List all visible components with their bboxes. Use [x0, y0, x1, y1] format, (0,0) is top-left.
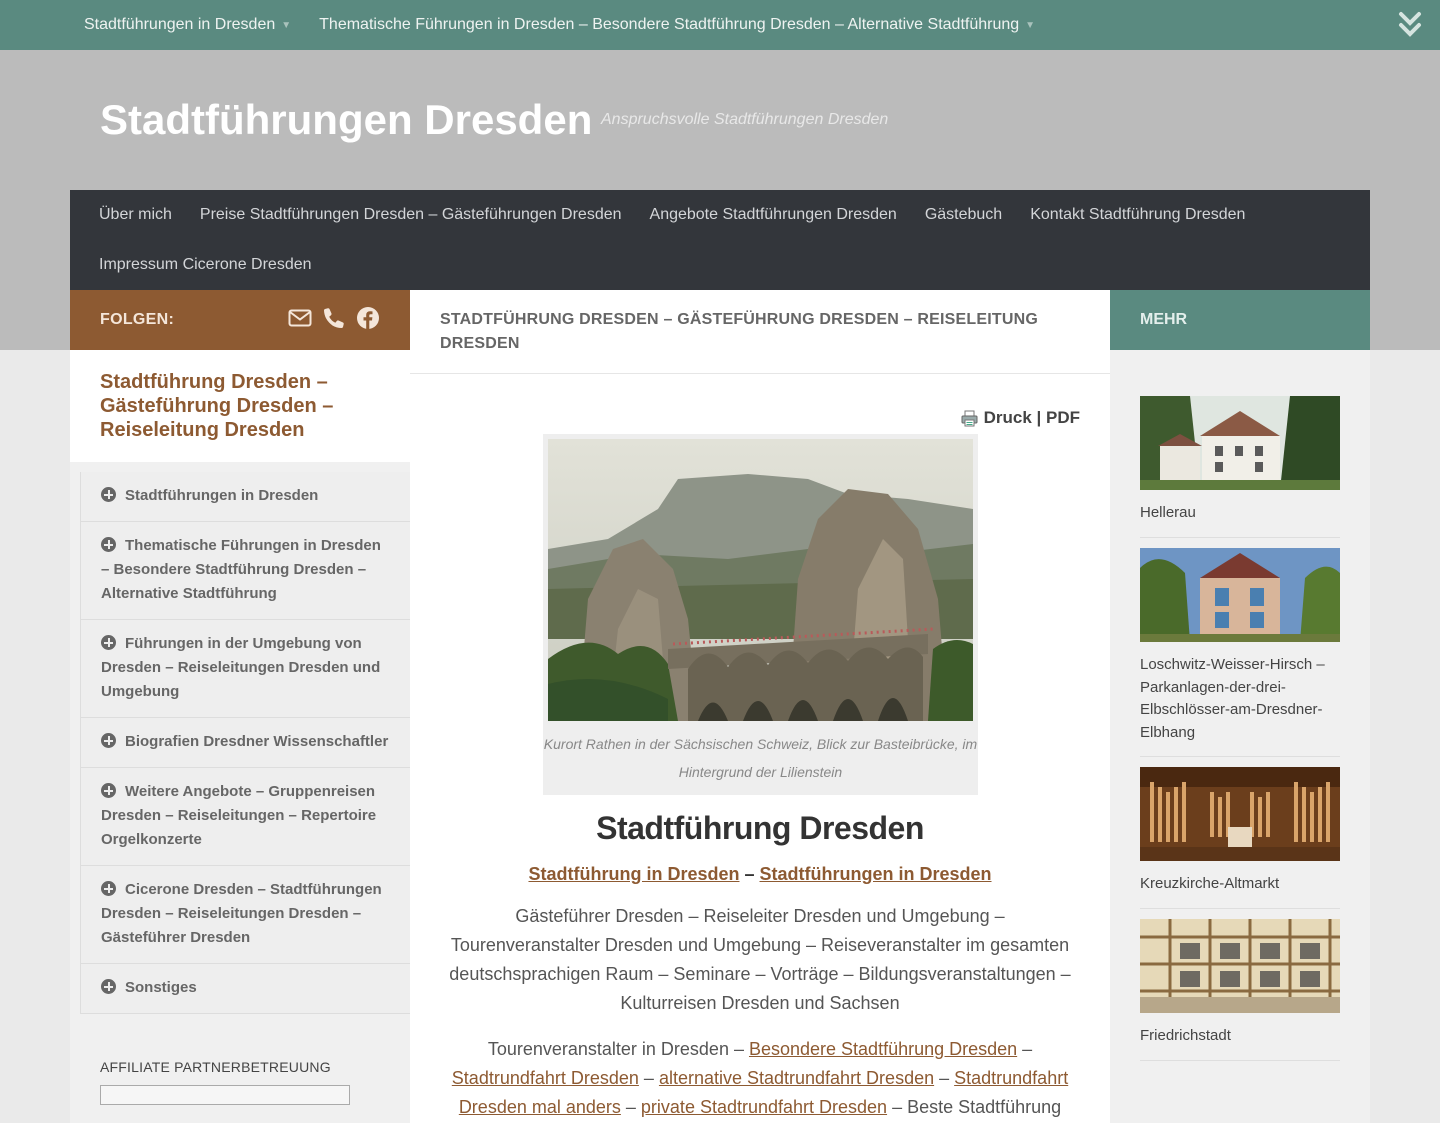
link-private-stadtrundfahrt[interactable]: private Stadtrundfahrt Dresden [641, 1097, 887, 1117]
para-text: – [934, 1068, 955, 1088]
sidebar-post[interactable]: Hellerau [1140, 396, 1340, 538]
category-label: Stadtführungen in Dresden [125, 487, 319, 504]
friedrichstadt-thumbnail [1140, 919, 1340, 1013]
top-nav-item-stadtfuehrungen[interactable]: Stadtführungen in Dresden ▼ [84, 16, 291, 34]
sidebar-post-caption: Kreuzkirche-Altmarkt [1140, 875, 1280, 892]
facebook-icon[interactable] [356, 306, 380, 330]
links-paragraph: Tourenveranstalter in Dresden – Besonder… [440, 1035, 1080, 1122]
top-bar: Stadtführungen in Dresden ▼ Thematische … [0, 0, 1440, 50]
plus-circle-icon [101, 783, 116, 798]
envelope-icon[interactable] [288, 306, 312, 330]
para-text: – [620, 1097, 641, 1117]
print-pdf-label: Druck | PDF [983, 408, 1080, 427]
link-stadtfuehrungen-in-dresden[interactable]: Stadtführungen in Dresden [760, 864, 992, 884]
top-nav-item-thematische[interactable]: Thematische Führungen in Dresden – Beson… [319, 16, 1035, 34]
category-label: Biografien Dresdner Wissenschaftler [125, 733, 389, 750]
featured-figure: Kurort Rathen in der Sächsischen Schweiz… [543, 434, 978, 795]
category-item[interactable]: Weitere Angebote – Gruppenreisen Dresden… [81, 768, 410, 866]
top-nav: Stadtführungen in Dresden ▼ Thematische … [84, 0, 1035, 50]
follow-label: FOLGEN: [100, 311, 175, 328]
phone-icon[interactable] [322, 306, 346, 330]
bastei-bridge-photo[interactable] [548, 439, 973, 721]
category-item[interactable]: Cicerone Dresden – Stadtführungen Dresde… [81, 866, 410, 964]
double-chevron-down-icon[interactable] [1398, 10, 1422, 40]
main-nav-item-angebote[interactable]: Angebote Stadtführungen Dresden [650, 204, 897, 226]
main-nav-item-gaestebuch[interactable]: Gästebuch [925, 204, 1002, 226]
intro-paragraph: Gästeführer Dresden – Reiseleiter Dresde… [449, 906, 1071, 1013]
category-item[interactable]: Thematische Führungen in Dresden – Beson… [81, 522, 410, 620]
more-bar: MEHR [1110, 290, 1370, 350]
social-icons [288, 306, 380, 330]
loschwitz-villa-thumbnail [1140, 548, 1340, 642]
link-alternative-stadtrundfahrt[interactable]: alternative Stadtrundfahrt Dresden [659, 1068, 934, 1088]
para-text: – [638, 1068, 659, 1088]
category-item[interactable]: Sonstiges [81, 964, 410, 1014]
main-nav-item-ueber-mich[interactable]: Über mich [99, 204, 172, 226]
para-text: – [1017, 1039, 1033, 1059]
plus-circle-icon [101, 979, 116, 994]
plus-circle-icon [101, 733, 116, 748]
plus-circle-icon [101, 537, 116, 552]
main-nav: Über mich Preise Stadtführungen Dresden … [70, 190, 1370, 290]
sidebar-post[interactable]: Kreuzkirche-Altmarkt [1140, 767, 1340, 909]
category-label: Cicerone Dresden – Stadtführungen Dresde… [101, 881, 382, 946]
kreuzkirche-organ-thumbnail [1140, 767, 1340, 861]
link-stadtfuehrung-in-dresden[interactable]: Stadtführung in Dresden [528, 864, 739, 884]
figure-caption: Kurort Rathen in der Sächsischen Schweiz… [543, 736, 978, 780]
main-content: STADTFÜHRUNG DRESDEN – GÄSTEFÜHRUNG DRES… [410, 290, 1110, 1123]
main-nav-item-impressum[interactable]: Impressum Cicerone Dresden [99, 254, 312, 276]
right-sidebar: MEHR Hellerau Loschwitz-Weisser-Hirsch –… [1110, 290, 1370, 1123]
main-nav-row: Über mich Preise Stadtführungen Dresden … [99, 204, 1245, 226]
page-title-bar: STADTFÜHRUNG DRESDEN – GÄSTEFÜHRUNG DRES… [410, 290, 1110, 374]
plus-circle-icon [101, 635, 116, 650]
hellerau-thumbnail [1140, 396, 1340, 490]
category-label: Thematische Führungen in Dresden – Beson… [101, 537, 381, 602]
plus-circle-icon [101, 881, 116, 896]
content-heading: Stadtführung Dresden [596, 810, 924, 846]
site-tagline: Anspruchsvolle Stadtführungen Dresden [601, 111, 889, 128]
sidebar-widget-title-box: Stadtführung Dresden – Gästeführung Dres… [70, 350, 410, 462]
top-nav-item-label: Stadtführungen in Dresden [84, 16, 276, 33]
sidebar-post-caption: Loschwitz-Weisser-Hirsch – Parkanlagen-d… [1140, 656, 1325, 741]
sidebar-post-caption: Hellerau [1140, 504, 1196, 521]
caret-down-icon: ▼ [281, 19, 292, 31]
main-nav-row: Impressum Cicerone Dresden [99, 254, 312, 276]
category-item[interactable]: Führungen in der Umgebung von Dresden – … [81, 620, 410, 718]
sidebar-widget-title: Stadtführung Dresden – Gästeführung Dres… [100, 371, 334, 441]
main-nav-item-preise[interactable]: Preise Stadtführungen Dresden – Gästefüh… [200, 204, 622, 226]
main-nav-item-kontakt[interactable]: Kontakt Stadtführung Dresden [1030, 204, 1245, 226]
link-besondere-stadtfuehrung[interactable]: Besondere Stadtführung Dresden [749, 1039, 1017, 1059]
printer-icon [961, 410, 978, 426]
sidebar-post[interactable]: Loschwitz-Weisser-Hirsch – Parkanlagen-d… [1140, 548, 1340, 757]
caret-down-icon: ▼ [1025, 19, 1036, 31]
print-pdf-button[interactable]: Druck | PDF [961, 408, 1080, 428]
follow-bar: FOLGEN: [70, 290, 410, 350]
category-label: Führungen in der Umgebung von Dresden – … [101, 635, 381, 700]
para-text: – Beste Stadtführung [887, 1097, 1062, 1117]
plus-circle-icon [101, 487, 116, 502]
category-item[interactable]: Stadtführungen in Dresden [81, 472, 410, 522]
separator: – [739, 864, 760, 884]
page-title: STADTFÜHRUNG DRESDEN – GÄSTEFÜHRUNG DRES… [440, 311, 1039, 352]
site-title[interactable]: Stadtführungen Dresden [100, 96, 592, 144]
category-label: Sonstiges [125, 979, 197, 996]
affiliate-banner-placeholder[interactable] [100, 1085, 350, 1105]
link-stadtrundfahrt[interactable]: Stadtrundfahrt Dresden [452, 1068, 639, 1088]
left-sidebar: FOLGEN: Stadtführung Dresden – Gästeführ… [70, 290, 410, 1123]
sidebar-post-caption: Friedrichstadt [1140, 1027, 1231, 1044]
heading-sublinks: Stadtführung in Dresden – Stadtführungen… [410, 864, 1110, 885]
category-list: Stadtführungen in Dresden Thematische Fü… [80, 472, 410, 1014]
category-item[interactable]: Biografien Dresdner Wissenschaftler [81, 718, 410, 768]
sidebar-post[interactable]: Friedrichstadt [1140, 919, 1340, 1061]
para-text: Tourenveranstalter in Dresden – [487, 1039, 749, 1059]
more-label: MEHR [1140, 311, 1188, 328]
affiliate-heading: AFFILIATE PARTNERBETREUUNG [100, 1059, 331, 1075]
category-label: Weitere Angebote – Gruppenreisen Dresden… [101, 783, 377, 848]
top-nav-item-label: Thematische Führungen in Dresden – Beson… [319, 16, 1020, 33]
